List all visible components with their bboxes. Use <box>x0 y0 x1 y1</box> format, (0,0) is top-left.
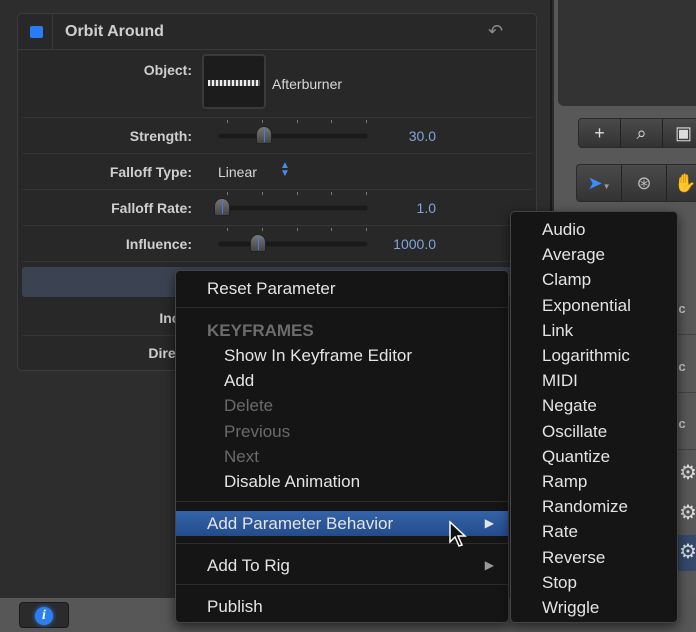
submenu-item[interactable]: Average <box>542 242 605 267</box>
strength-slider[interactable] <box>218 133 368 139</box>
submenu-arrow-icon: ▶ <box>484 558 494 572</box>
menu-item-keyframe: Delete <box>224 396 274 416</box>
info-icon: i <box>35 607 53 625</box>
library-toolbar: + ⌕ ▣ <box>578 118 696 148</box>
influence-row: Influence: 1000.0 <box>22 226 532 262</box>
submenu-item[interactable]: Randomize <box>542 494 628 519</box>
panel-title: Orbit Around <box>65 23 164 40</box>
tool-toolbar: ➤▼ ⊛ ✋ <box>576 164 696 202</box>
falloff-type-label: Falloff Type: <box>109 164 192 180</box>
menu-item-add-to-rig[interactable]: Add To Rig ▶ <box>176 553 508 578</box>
select-tool-icon[interactable]: ➤▼ <box>577 165 623 201</box>
slider-thumb[interactable] <box>214 198 230 216</box>
submenu-item[interactable]: Negate <box>542 393 597 418</box>
gear-icon[interactable]: ⚙ <box>679 500 696 525</box>
submenu-item[interactable]: Link <box>542 318 573 343</box>
slider-thumb[interactable] <box>256 126 272 144</box>
falloff-type-row: Falloff Type: Linear ▲ ▼ <box>22 154 532 190</box>
divider <box>52 14 53 50</box>
context-menu: Reset Parameter KEYFRAMES Add Parameter … <box>175 270 509 623</box>
object-row: Object: Afterburner <box>22 51 532 118</box>
gear-icon[interactable]: ⚙ <box>679 460 696 485</box>
inspector-button[interactable]: i <box>19 602 69 628</box>
menu-item-keyframe[interactable]: Disable Animation <box>176 469 508 494</box>
submenu-item[interactable]: Logarithmic <box>542 343 630 368</box>
object-well[interactable] <box>202 54 266 109</box>
pan-tool-icon[interactable]: ✋ <box>667 165 696 201</box>
submenu-item[interactable]: Reverse <box>542 545 605 570</box>
menu-item-keyframe: Previous <box>224 421 291 441</box>
strength-row: Strength: 30.0 <box>22 118 532 154</box>
preview-area <box>558 0 696 106</box>
orbit-tool-icon[interactable]: ⊛ <box>622 165 668 201</box>
menu-section-keyframes: KEYFRAMES <box>207 321 314 340</box>
submenu-arrow-icon: ▶ <box>484 516 494 530</box>
menu-item-label: Add To Rig <box>207 556 290 575</box>
falloff-rate-slider[interactable] <box>218 205 368 211</box>
submenu-item[interactable]: Wriggle <box>542 595 599 620</box>
panel-header: Orbit Around ↶ <box>18 14 536 50</box>
menu-item-reset-parameter[interactable]: Reset Parameter <box>176 276 508 301</box>
submenu-item[interactable]: Audio <box>542 217 585 242</box>
strength-value[interactable]: 30.0 <box>409 128 436 144</box>
object-label: Object: <box>143 62 192 78</box>
influence-label: Influence: <box>125 236 192 252</box>
falloff-rate-value[interactable]: 1.0 <box>417 200 436 216</box>
strength-label: Strength: <box>129 128 192 144</box>
falloff-type-popup[interactable]: Linear <box>218 164 257 180</box>
menu-item-keyframe[interactable]: Show In Keyframe Editor <box>176 343 508 368</box>
object-name: Afterburner <box>272 76 343 92</box>
submenu-item[interactable]: Rate <box>542 519 578 544</box>
add-button[interactable]: + <box>579 119 621 147</box>
submenu-item[interactable]: Clamp <box>542 267 591 292</box>
enable-checkbox[interactable] <box>30 26 43 38</box>
submenu-item[interactable]: MIDI <box>542 368 578 393</box>
menu-item-publish[interactable]: Publish <box>176 594 508 619</box>
influence-value[interactable]: 1000.0 <box>393 236 436 252</box>
stepper-icon[interactable]: ▲ ▼ <box>280 161 290 179</box>
submenu-item[interactable]: Oscillate <box>542 419 607 444</box>
mouse-cursor-icon <box>449 520 467 547</box>
parameter-behavior-submenu: Audio Average Clamp Exponential Link Logarith… <box>510 211 678 623</box>
search-button[interactable]: ⌕ <box>621 119 663 147</box>
menu-item-keyframe[interactable]: Add <box>176 368 508 393</box>
slider-thumb[interactable] <box>250 234 267 252</box>
person-icon[interactable]: ▣ <box>663 119 696 147</box>
menu-item-keyframe: Next <box>224 446 259 466</box>
menu-item-label: Add Parameter Behavior <box>207 514 394 533</box>
falloff-rate-label: Falloff Rate: <box>111 200 192 216</box>
submenu-item[interactable]: Exponential <box>542 293 631 318</box>
reset-icon[interactable]: ↶ <box>488 21 503 42</box>
submenu-item[interactable]: Quantize <box>542 444 610 469</box>
submenu-item[interactable]: Ramp <box>542 469 587 494</box>
submenu-item[interactable]: Stop <box>542 570 577 595</box>
falloff-rate-row: Falloff Rate: 1.0 <box>22 190 532 226</box>
influence-slider[interactable] <box>218 241 368 247</box>
